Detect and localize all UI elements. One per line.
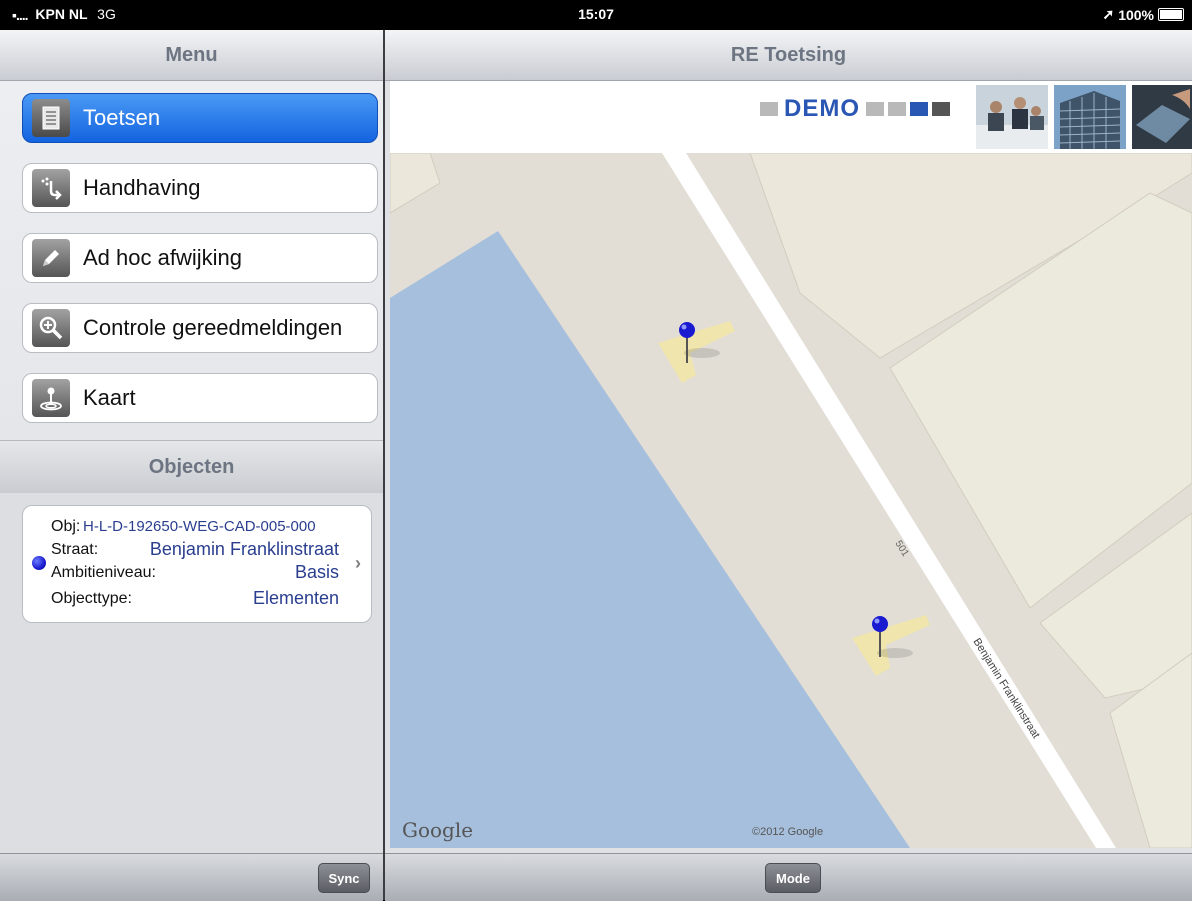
object-id-row: Obj: H-L-D-192650-WEG-CAD-005-000 — [51, 518, 339, 538]
status-bar: ▪.... KPN NL 3G 15:07 ➚ 100% — [0, 0, 1192, 30]
ambitieniveau-value: Basis — [294, 562, 339, 582]
objecttype-value: Elementen — [252, 588, 339, 608]
ambitieniveau-label: Ambitieniveau: — [51, 564, 156, 581]
demo-logo: DEMO — [760, 95, 950, 123]
menu-item-ad-hoc-afwijking[interactable]: Ad hoc afwijking — [22, 233, 378, 283]
menu-item-label: Ad hoc afwijking — [83, 245, 242, 270]
menu-item-label: Handhaving — [83, 175, 201, 200]
battery-icon — [1158, 8, 1184, 21]
status-right-area: ➚ 100% — [1102, 6, 1184, 23]
object-id-value: H-L-D-192650-WEG-CAD-005-000 — [83, 518, 316, 535]
objects-section-header: Objecten — [0, 440, 383, 494]
straat-value: Benjamin Franklinstraat — [149, 539, 339, 559]
battery-percentage: 100% — [1118, 6, 1154, 23]
map-canvas: 501 Benjamin Franklinstraat — [390, 153, 1192, 848]
menu-item-label: Kaart — [83, 385, 136, 410]
detail-panel: RE Toetsing DEMO 501 Benjamin Franklinst… — [385, 30, 1192, 901]
logo-square — [932, 102, 950, 116]
mode-button[interactable]: Mode — [765, 863, 821, 893]
pencil-icon — [32, 239, 70, 277]
logo-square — [888, 102, 906, 116]
master-panel: Menu Toetsen Handhaving Ad hoc afwijking… — [0, 30, 383, 901]
brand-banner: DEMO — [390, 81, 1192, 153]
map-view[interactable]: 501 Benjamin Franklinstraat Google ©2012… — [390, 153, 1192, 848]
left-toolbar: Sync — [0, 853, 383, 901]
logo-square — [760, 102, 778, 116]
map-pin-icon — [32, 379, 70, 417]
magnifier-icon — [32, 309, 70, 347]
document-icon — [32, 99, 70, 137]
object-type-row: Objecttype: Elementen — [51, 588, 339, 610]
status-time: 15:07 — [578, 6, 614, 22]
tablet-photo — [1132, 85, 1192, 149]
object-list-item[interactable]: Obj: H-L-D-192650-WEG-CAD-005-000 Straat… — [22, 505, 372, 623]
object-ambitie-row: Ambitieniveau: Basis — [51, 562, 339, 584]
meeting-photo — [976, 85, 1048, 149]
logo-square — [910, 102, 928, 116]
objects-title: Objecten — [148, 455, 235, 478]
objects-list: Obj: H-L-D-192650-WEG-CAD-005-000 Straat… — [0, 493, 383, 853]
chevron-right-icon: › — [355, 553, 361, 573]
straat-label: Straat: — [51, 541, 99, 558]
menu-item-label: Toetsen — [83, 105, 161, 130]
sync-button[interactable]: Sync — [318, 863, 370, 893]
menu-list: Toetsen Handhaving Ad hoc afwijking Cont… — [0, 81, 383, 440]
menu-item-handhaving[interactable]: Handhaving — [22, 163, 378, 213]
blue-pin-dot-icon — [32, 556, 46, 570]
object-id-label: Obj: — [51, 518, 81, 535]
menu-item-toetsen[interactable]: Toetsen — [22, 93, 378, 143]
building-photo — [1054, 85, 1126, 149]
map-copyright: ©2012 Google — [752, 826, 824, 838]
object-straat-row: Straat: Benjamin Franklinstraat — [51, 539, 339, 561]
enforcement-icon — [32, 169, 70, 207]
logo-text: DEMO — [784, 95, 860, 122]
right-toolbar: Mode — [385, 853, 1192, 901]
logo-square — [866, 102, 884, 116]
menu-title: Menu — [165, 43, 218, 66]
menu-header: Menu — [0, 30, 383, 81]
objecttype-label: Objecttype: — [51, 590, 132, 607]
menu-item-kaart[interactable]: Kaart — [22, 373, 378, 423]
location-arrow-icon: ➚ — [1102, 6, 1115, 22]
menu-item-controle-gereedmeldingen[interactable]: Controle gereedmeldingen — [22, 303, 378, 353]
detail-header: RE Toetsing — [385, 30, 1192, 81]
google-logo: Google — [402, 818, 474, 842]
detail-title: RE Toetsing — [730, 43, 847, 66]
menu-item-label: Controle gereedmeldingen — [83, 315, 343, 340]
